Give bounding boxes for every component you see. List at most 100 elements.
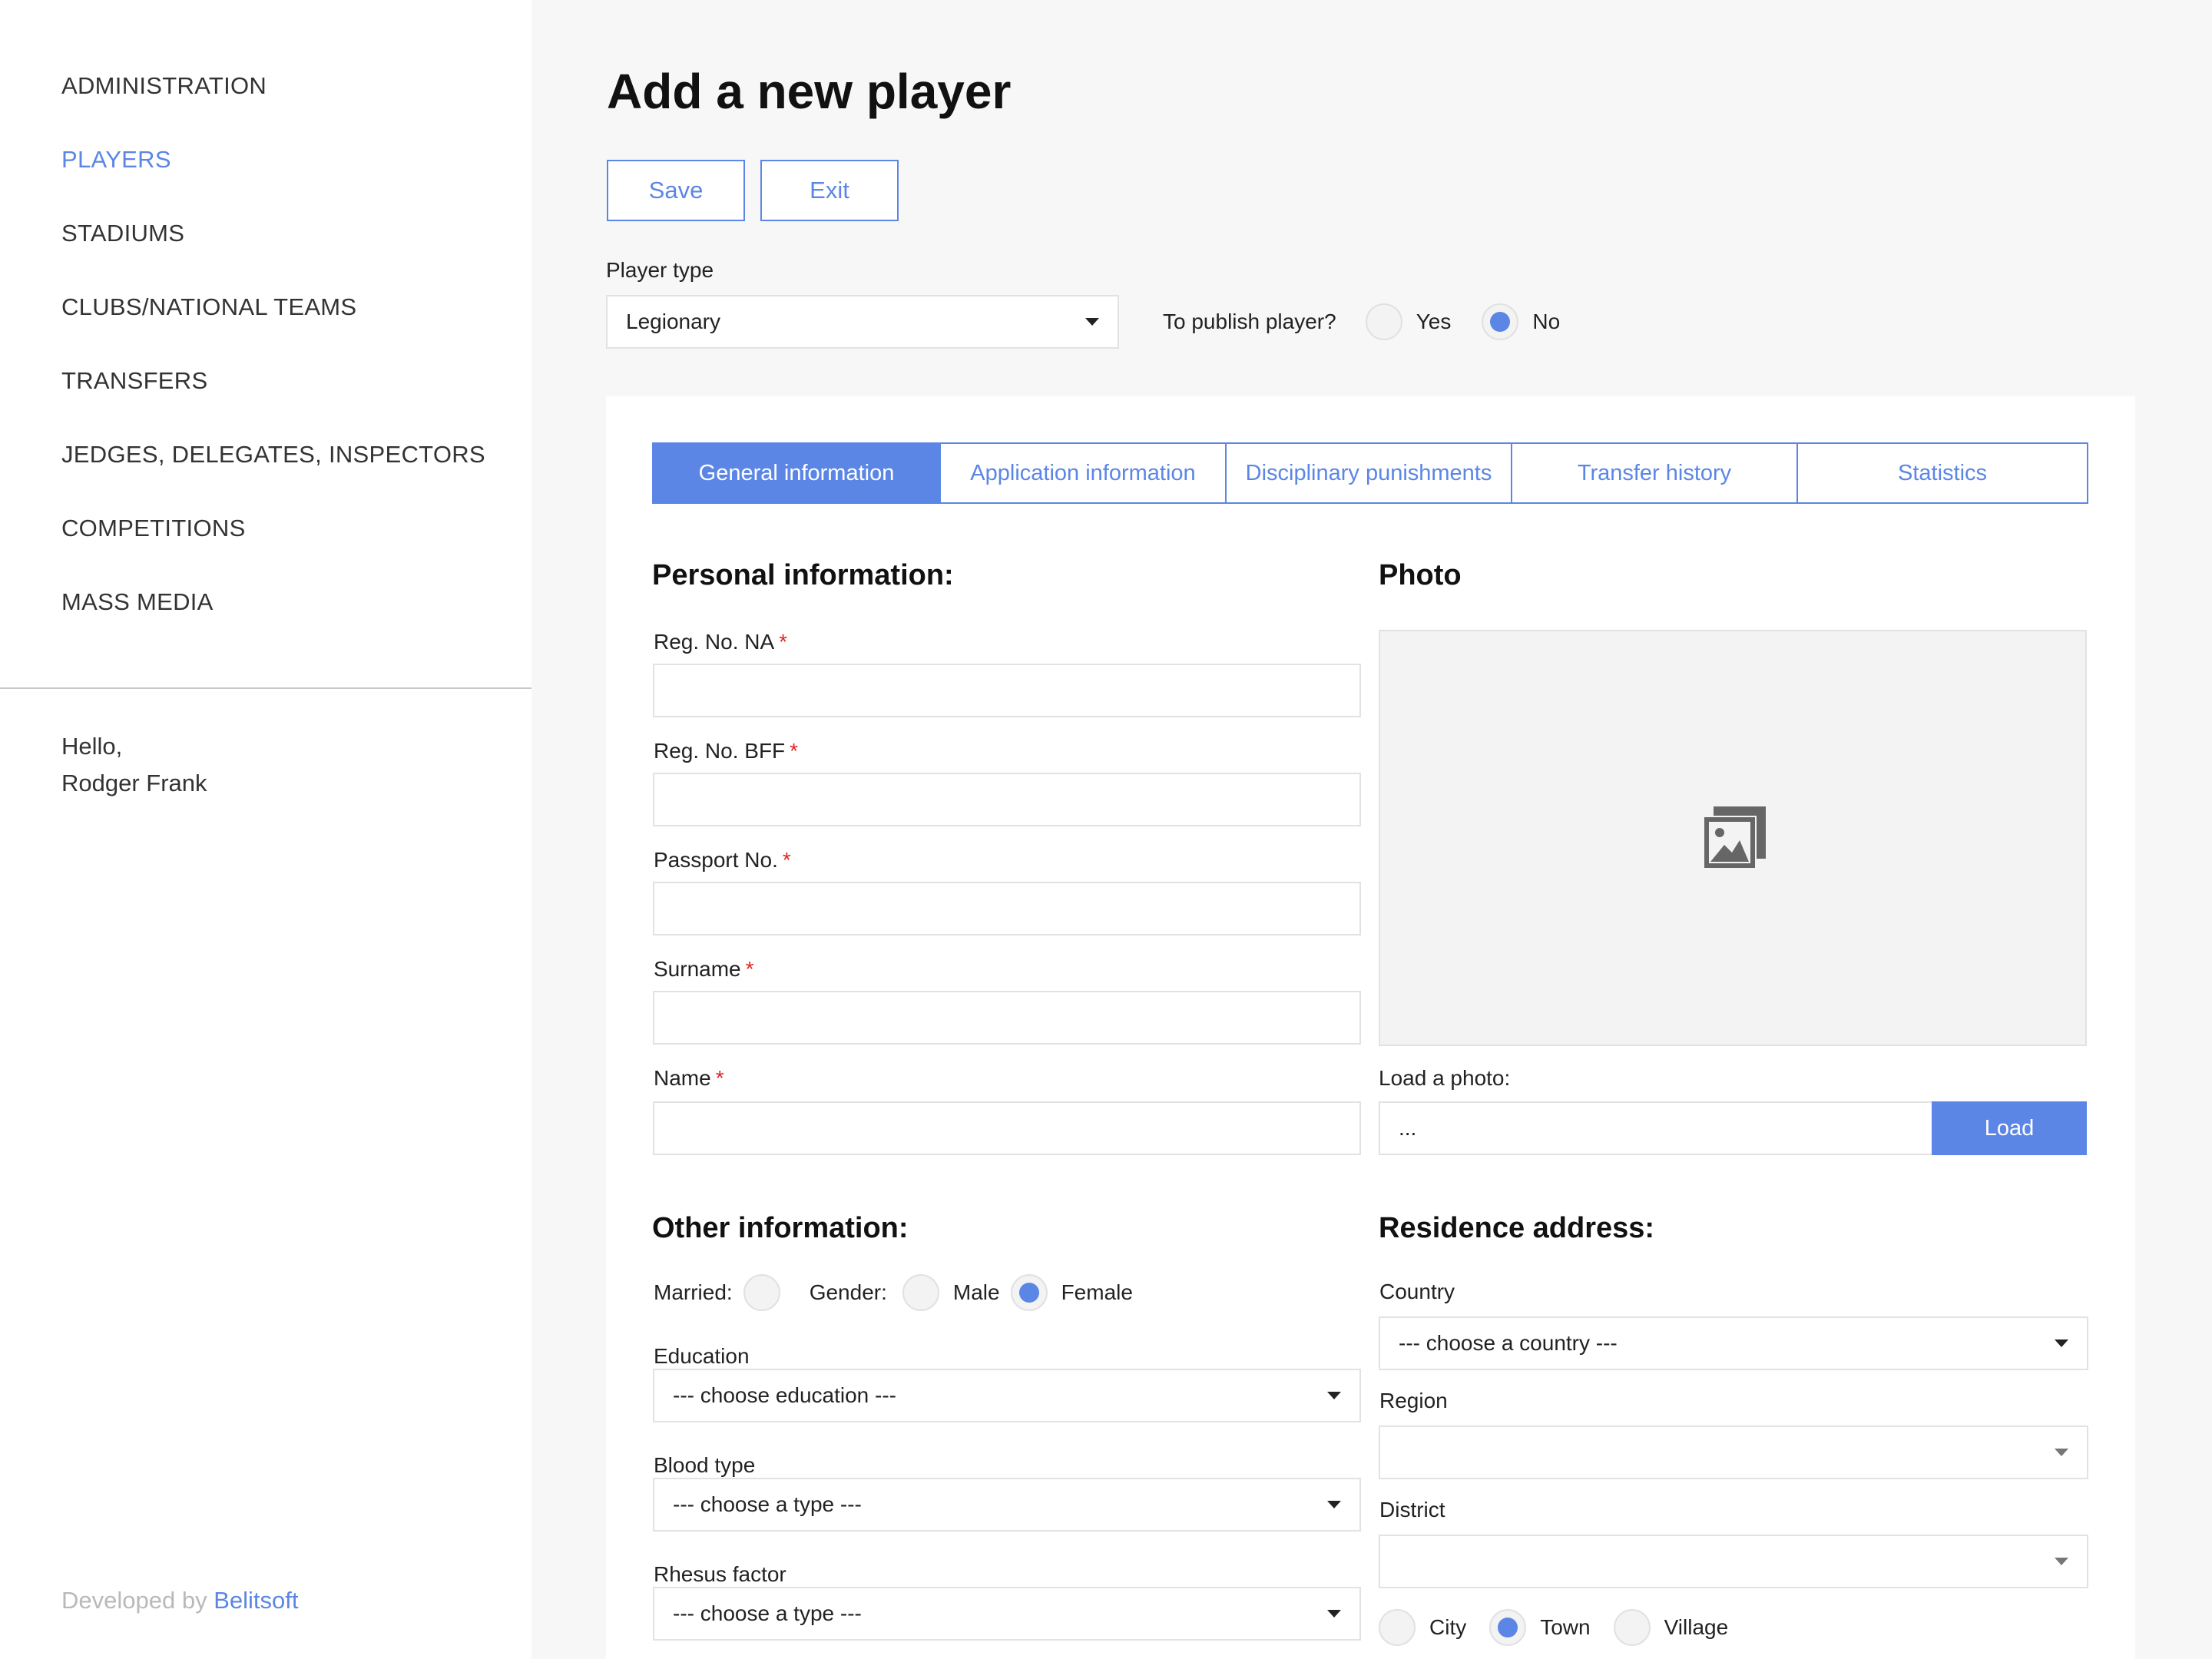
player-form-card: General information Application informat… xyxy=(606,396,2135,1659)
settlement-city-label: City xyxy=(1429,1615,1467,1639)
player-type-label: Player type xyxy=(606,258,714,282)
photo-preview xyxy=(1379,630,2087,1046)
image-placeholder-icon xyxy=(1703,806,1766,869)
married-label: Married: xyxy=(654,1280,733,1304)
exit-button[interactable]: Exit xyxy=(760,160,899,221)
developer-credit: Developed by Belitsoft xyxy=(61,1587,298,1614)
region-select[interactable] xyxy=(1379,1426,2088,1479)
reg-no-na-input[interactable] xyxy=(653,664,1361,717)
nav-item-judges-delegates-inspectors[interactable]: JEDGES, DELEGATES, INSPECTORS xyxy=(61,436,485,510)
chevron-down-icon xyxy=(1085,318,1099,326)
load-photo-label: Load a photo: xyxy=(1379,1066,1511,1090)
sidebar: ADMINISTRATION PLAYERS STADIUMS CLUBS/NA… xyxy=(0,0,531,1659)
chevron-down-icon xyxy=(1327,1392,1341,1399)
publish-yes-radio[interactable] xyxy=(1365,303,1402,340)
required-mark: * xyxy=(779,630,788,654)
publish-group: To publish player? Yes No xyxy=(1163,303,1560,341)
settlement-town-label: Town xyxy=(1540,1615,1591,1639)
photo-file-input[interactable]: ... xyxy=(1379,1101,1933,1155)
chevron-down-icon xyxy=(2055,1558,2068,1565)
field-label-text: Surname xyxy=(654,957,741,981)
residence-title: Residence address: xyxy=(1379,1212,1655,1244)
nav-item-stadiums[interactable]: STADIUMS xyxy=(61,215,485,289)
page-title: Add a new player xyxy=(607,64,1012,119)
name-input[interactable] xyxy=(653,1101,1361,1155)
rhesus-factor-value: --- choose a type --- xyxy=(673,1601,862,1625)
player-type-value: Legionary xyxy=(626,310,720,333)
settlement-type-group: City Town Village xyxy=(1379,1608,1728,1647)
tab-transfer-history[interactable]: Transfer history xyxy=(1512,444,1798,502)
education-label: Education xyxy=(654,1344,750,1368)
greeting-text: Hello, xyxy=(61,733,123,760)
photo-title: Photo xyxy=(1379,559,1462,591)
nav-item-competitions[interactable]: COMPETITIONS xyxy=(61,510,485,584)
nav-item-clubs-national-teams[interactable]: CLUBS/NATIONAL TEAMS xyxy=(61,289,485,363)
gender-label: Gender: xyxy=(809,1280,887,1304)
settlement-village-radio[interactable] xyxy=(1613,1609,1651,1646)
country-select[interactable]: --- choose a country --- xyxy=(1379,1316,2088,1370)
user-greeting: Hello, Rodger Frank xyxy=(61,728,207,802)
gender-female-label: Female xyxy=(1061,1280,1133,1304)
required-mark: * xyxy=(790,739,799,763)
gender-female-radio[interactable] xyxy=(1010,1274,1048,1311)
tab-bar: General information Application informat… xyxy=(652,442,2088,504)
name-label: Name * xyxy=(654,1066,724,1091)
blood-type-value: --- choose a type --- xyxy=(673,1492,862,1516)
married-gender-row: Married: Gender: Male Female xyxy=(654,1273,1133,1312)
reg-no-bff-label: Reg. No. BFF * xyxy=(654,739,798,763)
user-name: Rodger Frank xyxy=(61,770,207,796)
tab-application-information[interactable]: Application information xyxy=(941,444,1227,502)
settlement-city-radio[interactable] xyxy=(1379,1609,1416,1646)
chevron-down-icon xyxy=(2055,1339,2068,1347)
player-type-select[interactable]: Legionary xyxy=(606,295,1119,349)
footer-prefix: Developed by xyxy=(61,1587,207,1614)
married-checkbox[interactable] xyxy=(743,1274,780,1311)
required-mark: * xyxy=(715,1066,724,1090)
passport-no-label: Passport No. * xyxy=(654,848,791,873)
developer-link[interactable]: Belitsoft xyxy=(214,1587,298,1614)
required-mark: * xyxy=(782,848,791,872)
surname-input[interactable] xyxy=(653,991,1361,1045)
load-photo-button[interactable]: Load xyxy=(1932,1101,2087,1155)
tab-statistics[interactable]: Statistics xyxy=(1798,444,2087,502)
blood-type-select[interactable]: --- choose a type --- xyxy=(653,1478,1361,1532)
nav-item-mass-media[interactable]: MASS MEDIA xyxy=(61,584,485,657)
main-nav: ADMINISTRATION PLAYERS STADIUMS CLUBS/NA… xyxy=(61,68,485,657)
sidebar-divider xyxy=(0,687,531,689)
required-mark: * xyxy=(745,957,754,981)
personal-info-title: Personal information: xyxy=(652,559,954,591)
gender-male-label: Male xyxy=(952,1280,1000,1304)
publish-no-label: No xyxy=(1532,310,1561,333)
chevron-down-icon xyxy=(2055,1449,2068,1456)
field-label-text: Reg. No. NA xyxy=(654,630,775,654)
publish-yes-label: Yes xyxy=(1416,310,1452,333)
publish-no-radio[interactable] xyxy=(1482,303,1519,340)
education-select[interactable]: --- choose education --- xyxy=(653,1369,1361,1422)
tab-general-information[interactable]: General information xyxy=(654,444,941,502)
other-info-title: Other information: xyxy=(652,1212,909,1244)
nav-item-players[interactable]: PLAYERS xyxy=(61,141,485,215)
passport-no-input[interactable] xyxy=(653,882,1361,935)
country-value: --- choose a country --- xyxy=(1399,1331,1618,1355)
save-button[interactable]: Save xyxy=(607,160,745,221)
publish-label: To publish player? xyxy=(1163,310,1336,333)
nav-item-administration[interactable]: ADMINISTRATION xyxy=(61,68,485,141)
field-label-text: Reg. No. BFF xyxy=(654,739,786,763)
country-label: Country xyxy=(1379,1280,1455,1303)
main-content: Add a new player Save Exit Player type L… xyxy=(531,0,2212,1659)
region-label: Region xyxy=(1379,1389,1448,1412)
gender-male-radio[interactable] xyxy=(902,1274,939,1311)
rhesus-factor-select[interactable]: --- choose a type --- xyxy=(653,1587,1361,1641)
surname-label: Surname * xyxy=(654,957,754,982)
reg-no-na-label: Reg. No. NA * xyxy=(654,630,787,654)
education-value: --- choose education --- xyxy=(673,1383,897,1407)
tab-disciplinary-punishments[interactable]: Disciplinary punishments xyxy=(1227,444,1512,502)
reg-no-bff-input[interactable] xyxy=(653,773,1361,826)
settlement-town-radio[interactable] xyxy=(1489,1609,1527,1646)
chevron-down-icon xyxy=(1327,1610,1341,1618)
field-label-text: Name xyxy=(654,1066,711,1090)
district-select[interactable] xyxy=(1379,1535,2088,1588)
nav-item-transfers[interactable]: TRANSFERS xyxy=(61,363,485,436)
chevron-down-icon xyxy=(1327,1501,1341,1508)
settlement-village-label: Village xyxy=(1664,1615,1729,1639)
